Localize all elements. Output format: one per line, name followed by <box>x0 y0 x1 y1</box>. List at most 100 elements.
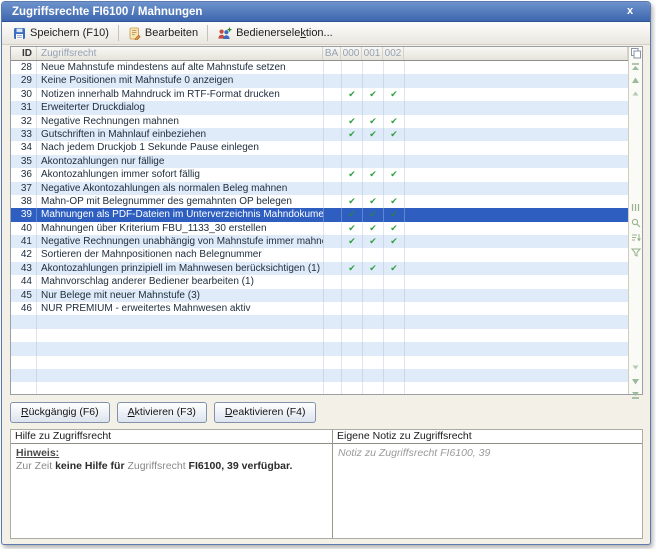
check-icon: ✔ <box>390 169 398 179</box>
check-icon: ✔ <box>390 196 398 206</box>
edit-button[interactable]: Bearbeiten <box>122 25 204 42</box>
table-row[interactable]: 39Mahnungen als PDF-Dateien im Unterverz… <box>11 208 628 221</box>
check-icon: ✔ <box>348 116 356 126</box>
table-row[interactable]: 36Akontozahlungen immer sofort fällig✔✔✔ <box>11 168 628 181</box>
table-row[interactable]: 38Mahn-OP mit Belegnummer des gemahnten … <box>11 195 628 208</box>
table-row[interactable]: 44Mahnvorschlag anderer Bediener bearbei… <box>11 275 628 288</box>
table-row[interactable]: 40Mahnungen über Kriterium FBU_1133_30 e… <box>11 222 628 235</box>
check-icon: ✔ <box>348 236 356 246</box>
hint-text: Zur Zeit keine Hilfe für Zugriffsrecht F… <box>16 460 327 473</box>
check-icon: ✔ <box>348 129 356 139</box>
check-icon: ✔ <box>369 196 377 206</box>
empty-row[interactable] <box>11 369 628 382</box>
close-button[interactable]: x <box>622 2 638 21</box>
check-icon: ✔ <box>369 223 377 233</box>
table-row[interactable]: 37Negative Akontozahlungen als normalen … <box>11 182 628 195</box>
toolbar-separator <box>118 25 119 41</box>
table-row[interactable]: 33Gutschriften in Mahnlauf einbeziehen✔✔… <box>11 128 628 141</box>
undo-button[interactable]: Rückgängig (F6) <box>10 402 110 423</box>
deactivate-button[interactable]: Deaktivieren (F4) <box>214 402 317 423</box>
step-up-icon[interactable] <box>629 91 642 96</box>
table-row[interactable]: 31Erweiterter Druckdialog <box>11 101 628 114</box>
access-rights-grid: ID Zugriffsrecht BA 000 001 002 28Neue M… <box>10 46 643 395</box>
check-icon: ✔ <box>390 89 398 99</box>
window-title: Zugriffsrechte FI6100 / Mahnungen <box>12 6 202 18</box>
table-row[interactable]: 35Akontozahlungen nur fällige <box>11 155 628 168</box>
scroll-bottom-icon[interactable] <box>629 391 642 399</box>
check-icon: ✔ <box>348 196 356 206</box>
save-icon <box>13 27 26 40</box>
table-row[interactable]: 43Akontozahlungen prinzipiell im Mahnwes… <box>11 262 628 275</box>
move-up-icon[interactable] <box>629 77 642 84</box>
check-icon: ✔ <box>390 209 398 219</box>
check-icon: ✔ <box>390 236 398 246</box>
activate-button[interactable]: Aktivieren (F3) <box>117 402 207 423</box>
table-row[interactable]: 41Negative Rechnungen unabhängig von Mah… <box>11 235 628 248</box>
check-icon: ✔ <box>369 209 377 219</box>
check-icon: ✔ <box>369 129 377 139</box>
check-icon: ✔ <box>348 209 356 219</box>
note-panel-body[interactable]: Notiz zu Zugriffsrecht FI6100, 39 <box>333 444 642 463</box>
check-icon: ✔ <box>348 89 356 99</box>
table-row[interactable]: 34Nach jedem Druckjob 1 Sekunde Pause ei… <box>11 141 628 154</box>
filter-icon[interactable] <box>629 248 642 257</box>
help-panel-body: Hinweis: Zur Zeit keine Hilfe für Zugrif… <box>11 444 332 476</box>
note-panel-title: Eigene Notiz zu Zugriffsrecht <box>333 430 642 444</box>
help-panel-title: Hilfe zu Zugriffsrecht <box>11 430 332 444</box>
table-row[interactable]: 30Notizen innerhalb Mahndruck im RTF-For… <box>11 88 628 101</box>
column-header-id[interactable]: ID <box>11 47 37 60</box>
table-row[interactable]: 29Keine Positionen mit Mahnstufe 0 anzei… <box>11 74 628 87</box>
check-icon: ✔ <box>390 129 398 139</box>
operator-selection-icon <box>217 27 232 40</box>
check-icon: ✔ <box>369 236 377 246</box>
check-icon: ✔ <box>369 89 377 99</box>
grid-header-row: ID Zugriffsrecht BA 000 001 002 <box>11 47 628 61</box>
column-header-name[interactable]: Zugriffsrecht <box>37 47 323 60</box>
check-icon: ✔ <box>348 223 356 233</box>
edit-button-label: Bearbeiten <box>145 27 198 39</box>
save-button-label: Speichern (F10) <box>30 27 109 39</box>
check-icon: ✔ <box>369 116 377 126</box>
edit-icon <box>128 27 141 40</box>
columns-icon[interactable] <box>629 203 642 212</box>
toolbar: Speichern (F10) Bearbeiten Bedienerselek… <box>2 22 650 45</box>
column-header-ba[interactable]: BA <box>323 47 341 60</box>
column-header-000[interactable]: 000 <box>341 47 362 60</box>
sort-icon[interactable] <box>629 233 642 242</box>
bottom-panels: Hilfe zu Zugriffsrecht Hinweis: Zur Zeit… <box>10 429 643 539</box>
operator-selection-button[interactable]: Bedienerselektion... <box>211 25 339 42</box>
title-bar: Zugriffsrechte FI6100 / Mahnungen x <box>2 2 650 22</box>
empty-row[interactable] <box>11 315 628 328</box>
check-icon: ✔ <box>390 223 398 233</box>
table-row[interactable]: 28Neue Mahnstufe mindestens auf alte Mah… <box>11 61 628 74</box>
step-down-icon[interactable] <box>629 365 642 370</box>
table-row[interactable]: 32Negative Rechnungen mahnen✔✔✔ <box>11 115 628 128</box>
operator-selection-button-label: Bedienerselektion... <box>236 27 333 39</box>
copy-grid-icon[interactable] <box>629 48 642 59</box>
column-header-001[interactable]: 001 <box>362 47 383 60</box>
save-button[interactable]: Speichern (F10) <box>7 25 115 42</box>
check-icon: ✔ <box>390 116 398 126</box>
empty-row[interactable] <box>11 356 628 369</box>
dialog-window: Zugriffsrechte FI6100 / Mahnungen x Spei… <box>1 1 651 545</box>
note-text: Notiz zu Zugriffsrecht FI6100, 39 <box>338 447 490 459</box>
table-row[interactable]: 42Sortieren der Mahnpositionen nach Bele… <box>11 248 628 261</box>
toolbar-separator <box>207 25 208 41</box>
check-icon: ✔ <box>369 263 377 273</box>
scroll-top-icon[interactable] <box>629 63 642 71</box>
empty-row[interactable] <box>11 382 628 394</box>
empty-row[interactable] <box>11 329 628 342</box>
check-icon: ✔ <box>369 169 377 179</box>
help-panel: Hilfe zu Zugriffsrecht Hinweis: Zur Zeit… <box>11 430 333 538</box>
search-icon[interactable] <box>629 218 642 228</box>
column-header-002[interactable]: 002 <box>383 47 404 60</box>
grid-side-toolbar <box>628 47 642 394</box>
column-header-filler <box>404 47 628 60</box>
move-down-icon[interactable] <box>629 378 642 385</box>
check-icon: ✔ <box>348 169 356 179</box>
table-row[interactable]: 46NUR PREMIUM - erweitertes Mahnwesen ak… <box>11 302 628 315</box>
grid-body: 28Neue Mahnstufe mindestens auf alte Mah… <box>11 61 628 394</box>
table-row[interactable]: 45Nur Belege mit neuer Mahnstufe (3) <box>11 289 628 302</box>
action-bar: Rückgängig (F6) Aktivieren (F3) Deaktivi… <box>10 402 316 423</box>
empty-row[interactable] <box>11 342 628 355</box>
